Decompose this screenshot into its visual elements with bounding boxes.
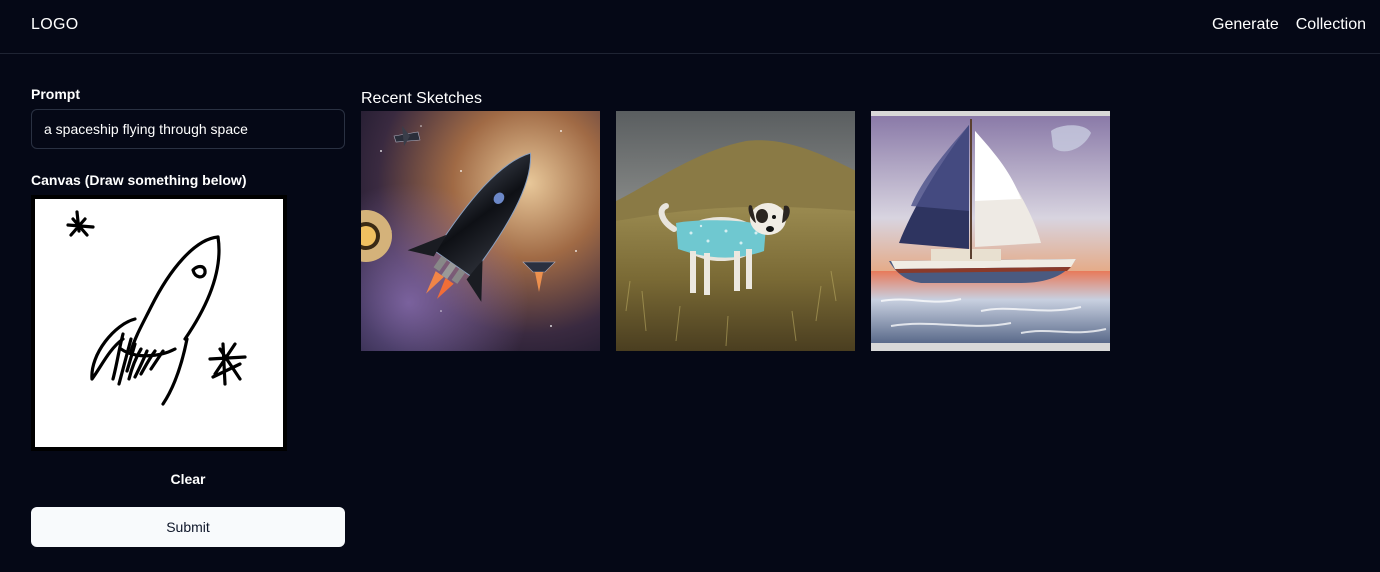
nav-generate-link[interactable]: Generate bbox=[1212, 16, 1279, 34]
canvas-label: Canvas (Draw something below) bbox=[31, 172, 247, 188]
prompt-label: Prompt bbox=[31, 86, 80, 102]
nav-collection-link[interactable]: Collection bbox=[1296, 16, 1366, 34]
recent-sketches-gallery bbox=[361, 111, 1110, 351]
gallery-image-dog[interactable] bbox=[616, 111, 855, 351]
main-nav: Generate Collection bbox=[1212, 16, 1366, 34]
drawing-canvas[interactable] bbox=[31, 195, 287, 451]
gallery-image-sailboat[interactable] bbox=[871, 111, 1110, 351]
sailboat-image bbox=[871, 111, 1110, 351]
clear-button[interactable]: Clear bbox=[31, 466, 345, 492]
canvas-sketch bbox=[35, 199, 283, 447]
rocket-image bbox=[361, 111, 600, 351]
top-navigation-bar: LOGO Generate Collection bbox=[0, 0, 1380, 54]
prompt-input[interactable] bbox=[31, 109, 345, 149]
gallery-image-rocket[interactable] bbox=[361, 111, 600, 351]
submit-button[interactable]: Submit bbox=[31, 507, 345, 547]
dog-image bbox=[616, 111, 855, 351]
recent-sketches-title: Recent Sketches bbox=[361, 90, 482, 107]
logo[interactable]: LOGO bbox=[31, 16, 78, 34]
